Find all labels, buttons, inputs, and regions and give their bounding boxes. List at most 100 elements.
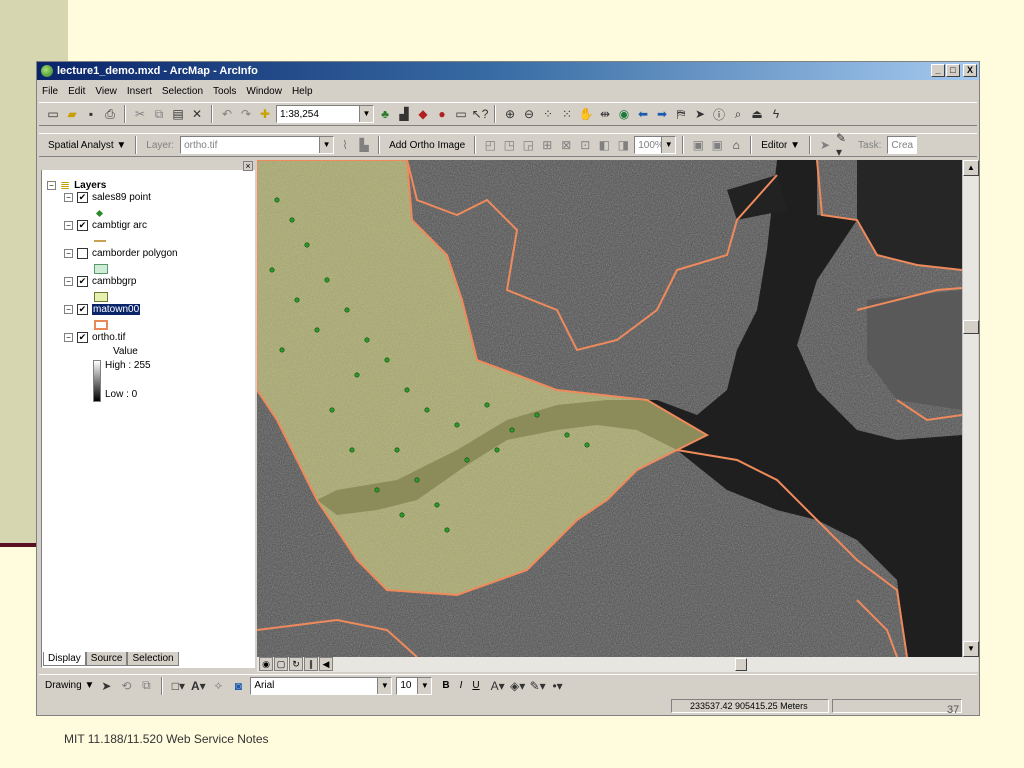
nav-forward-icon[interactable]: ◨	[615, 137, 631, 153]
drawing-menu[interactable]: Drawing ▼	[45, 680, 94, 691]
pan-icon[interactable]: ✋	[578, 106, 594, 122]
measure-icon[interactable]: ⏏	[749, 106, 765, 122]
editor-menu[interactable]: Editor ▼	[758, 140, 803, 151]
find-icon[interactable]: ⌕	[730, 106, 746, 122]
maximize-button[interactable]: □	[946, 64, 960, 77]
map-horizontal-scrollbar[interactable]: ◉ ▢ ↻ ∥ ◀	[257, 657, 978, 672]
map-display[interactable]	[257, 160, 962, 657]
menu-window[interactable]: Window	[245, 86, 283, 97]
scroll-up-icon[interactable]: ▲	[963, 160, 979, 176]
tab-selection[interactable]: Selection	[127, 652, 179, 666]
back-icon[interactable]: ⬅	[635, 106, 651, 122]
title-bar[interactable]: lecture1_demo.mxd - ArcMap - ArcInfo _ □…	[37, 62, 979, 80]
command-line-icon[interactable]: ▭	[453, 106, 469, 122]
histogram-icon[interactable]: ⌇	[337, 137, 353, 153]
layout-icon[interactable]: ▣	[690, 137, 706, 153]
dropdown-arrow-icon[interactable]: ▼	[319, 137, 334, 153]
paste-icon[interactable]: ▤	[170, 106, 186, 122]
collapse-icon[interactable]: −	[64, 249, 73, 258]
dropdown-arrow-icon[interactable]: ▼	[661, 137, 676, 153]
layer-visibility-checkbox[interactable]: ✔	[77, 304, 88, 315]
tree-root[interactable]: − ≣ Layers	[47, 178, 106, 192]
layer-row[interactable]: − ✔ cambbgrp	[64, 276, 136, 287]
full-extent-icon[interactable]: ⇹	[597, 106, 613, 122]
add-data-icon[interactable]: ✚	[257, 106, 273, 122]
layout-icon[interactable]: ▣	[709, 137, 725, 153]
delete-icon[interactable]: ✕	[189, 106, 205, 122]
collapse-icon[interactable]: −	[64, 193, 73, 202]
new-icon[interactable]: ▭	[45, 106, 61, 122]
fill-color-icon[interactable]: ◈▾	[510, 678, 526, 694]
select-elements-icon[interactable]: ➤	[692, 106, 708, 122]
marker-color-icon[interactable]: •▾	[550, 678, 566, 694]
grid-icon[interactable]: ⊠	[558, 137, 574, 153]
menu-view[interactable]: View	[94, 86, 118, 97]
menu-selection[interactable]: Selection	[161, 86, 204, 97]
georef-icon[interactable]: ◳	[501, 137, 517, 153]
zoom-out-icon[interactable]: ⊖	[521, 106, 537, 122]
layout-view-icon[interactable]: ▢	[274, 657, 288, 671]
scale-combo[interactable]: 1:38,254 ▼	[276, 105, 374, 123]
layer-visibility-checkbox[interactable]	[77, 248, 88, 259]
graph-icon[interactable]: ▟	[396, 106, 412, 122]
scroll-thumb[interactable]	[963, 320, 979, 334]
layer-row[interactable]: − ✔ matown00	[64, 304, 141, 315]
grid-icon[interactable]: ⊞	[539, 137, 555, 153]
redo-icon[interactable]: ↷	[238, 106, 254, 122]
font-size-combo[interactable]: 10 ▼	[396, 676, 433, 695]
close-button[interactable]: X	[963, 64, 977, 77]
dropdown-arrow-icon[interactable]: ▼	[359, 106, 373, 122]
fixed-zoom-in-icon[interactable]: ⁘	[540, 106, 556, 122]
collapse-icon[interactable]: −	[64, 333, 73, 342]
forward-icon[interactable]: ➡	[654, 106, 670, 122]
dropdown-arrow-icon[interactable]: ▼	[417, 677, 432, 694]
arctoolbox-icon[interactable]: ◆	[415, 106, 431, 122]
task-combo[interactable]: Crea	[887, 136, 918, 154]
raster-icon[interactable]: ▙	[356, 137, 372, 153]
font-icon[interactable]: ◙	[230, 678, 246, 694]
toolbox-icon[interactable]: ⌂	[728, 137, 744, 153]
globe-icon[interactable]: ◉	[616, 106, 632, 122]
print-icon[interactable]: ⎙	[102, 106, 118, 122]
scroll-down-icon[interactable]: ▼	[963, 641, 979, 657]
layer-row[interactable]: − ✔ sales89 point	[64, 192, 151, 203]
refresh-icon[interactable]: ↻	[289, 657, 303, 671]
layer-row[interactable]: − ✔ cambtigr arc	[64, 220, 147, 231]
identify-icon[interactable]: ⓘ	[711, 106, 727, 122]
edit-tool-icon[interactable]: ➤	[817, 137, 833, 153]
text-icon[interactable]: A ▾	[190, 678, 206, 694]
toc-grip[interactable]	[41, 160, 255, 170]
grid-icon[interactable]: ⊡	[577, 137, 593, 153]
map-vertical-scrollbar[interactable]: ▲ ▼	[962, 160, 979, 657]
line-color-icon[interactable]: ✎▾	[530, 678, 546, 694]
sketch-tool-icon[interactable]: ✎ ▾	[836, 131, 852, 159]
rectangle-icon[interactable]: □▾	[170, 678, 186, 694]
layer-combo[interactable]: ortho.tif ▼	[180, 136, 335, 154]
toc-close-icon[interactable]: ×	[243, 161, 253, 171]
collapse-icon[interactable]: −	[47, 180, 56, 190]
minimize-button[interactable]: _	[931, 64, 945, 77]
collapse-icon[interactable]: −	[64, 305, 73, 314]
data-view-icon[interactable]: ◉	[259, 657, 273, 671]
zoom-in-icon[interactable]: ⊕	[502, 106, 518, 122]
georef-icon[interactable]: ◰	[482, 137, 498, 153]
tab-source[interactable]: Source	[85, 652, 128, 666]
copy-icon[interactable]: ⧉	[151, 106, 167, 122]
menu-insert[interactable]: Insert	[126, 86, 153, 97]
bold-button[interactable]: B	[442, 680, 449, 691]
cut-icon[interactable]: ✂	[132, 106, 148, 122]
zoom-page-icon[interactable]: ⧉	[138, 678, 154, 694]
select-elements-icon[interactable]: ➤	[98, 678, 114, 694]
nav-back-icon[interactable]: ◧	[596, 137, 612, 153]
save-icon[interactable]: ▪	[83, 106, 99, 122]
menu-file[interactable]: File	[41, 86, 59, 97]
scroll-thumb[interactable]	[735, 658, 747, 671]
scroll-left-icon[interactable]: ◀	[319, 657, 333, 671]
rotate-icon[interactable]: ⟲	[118, 678, 134, 694]
add-ortho-image-button[interactable]: Add Ortho Image	[386, 140, 468, 151]
layer-row[interactable]: − camborder polygon	[64, 248, 178, 259]
catalog-icon[interactable]: ●	[434, 106, 450, 122]
whats-this-icon[interactable]: ↖?	[472, 106, 489, 122]
underline-button[interactable]: U	[472, 680, 479, 691]
layer-row[interactable]: − ✔ ortho.tif	[64, 332, 125, 343]
